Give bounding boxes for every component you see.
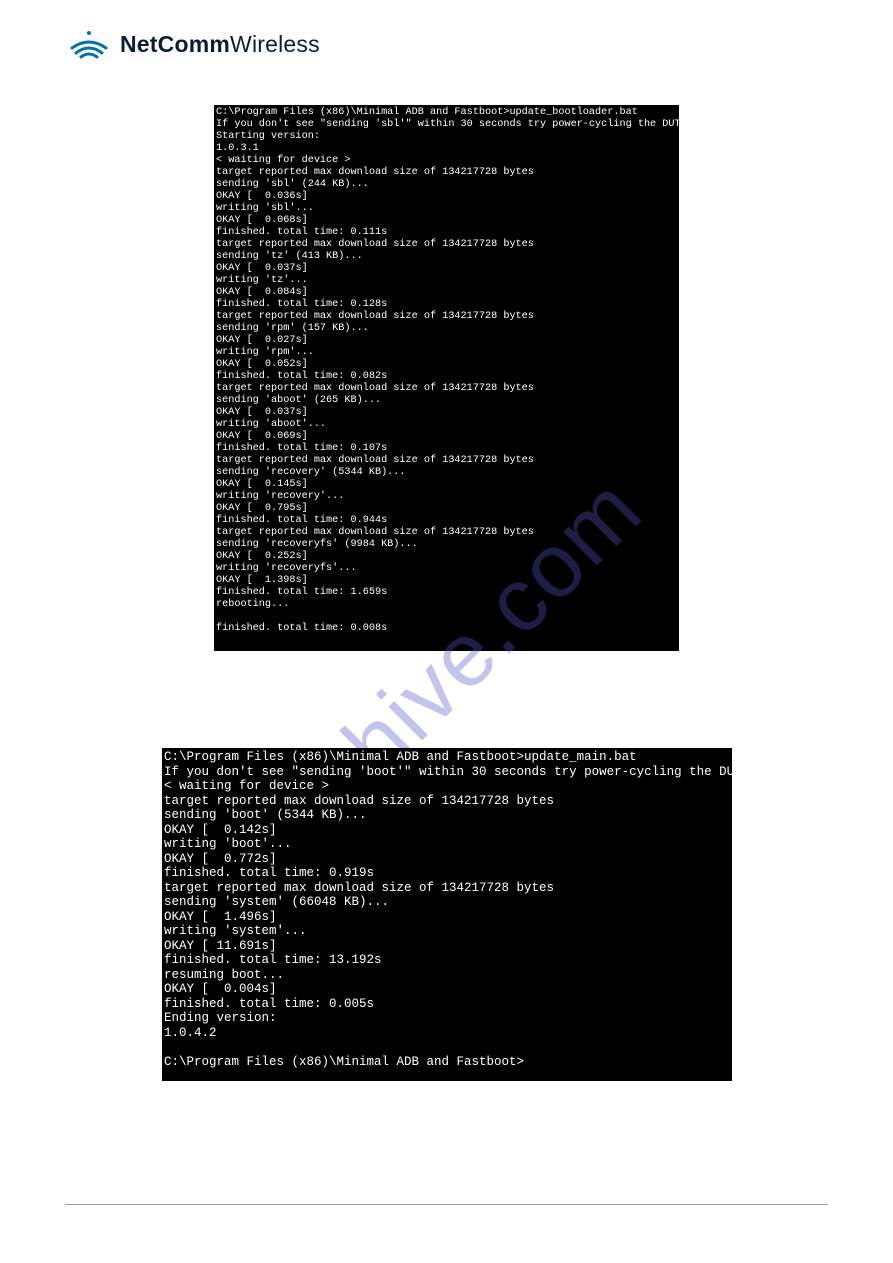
brand-name-bold: NetComm — [120, 31, 230, 57]
document-page: NetCommWireless C:\Program Files (x86)\M… — [0, 0, 893, 1263]
brand-logo: NetCommWireless — [68, 26, 320, 62]
brand-name: NetCommWireless — [120, 31, 320, 58]
footer-divider — [65, 1204, 828, 1205]
terminal-output-main: C:\Program Files (x86)\Minimal ADB and F… — [162, 748, 732, 1081]
terminal-output-bootloader: C:\Program Files (x86)\Minimal ADB and F… — [214, 105, 679, 651]
brand-name-light: Wireless — [230, 31, 320, 57]
wifi-icon — [68, 26, 110, 62]
